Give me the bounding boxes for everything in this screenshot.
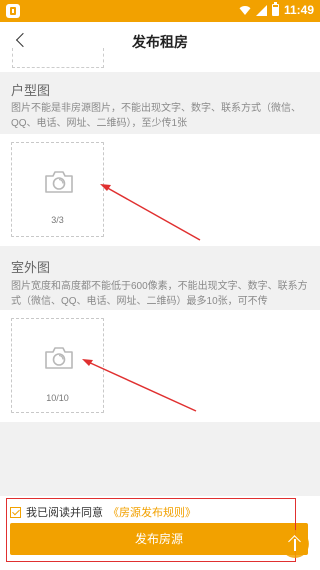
signal-icon	[255, 4, 267, 16]
agreement-row: 我已阅读并同意 《房源发布规则》	[10, 504, 196, 520]
agree-checkbox[interactable]	[10, 506, 21, 518]
notification-app-icon	[6, 4, 20, 18]
layout-section-description: 图片不能是非房源图片，不能出现文字、数字、联系方式（微信、QQ、电话、网址、二维…	[11, 103, 301, 129]
layout-upload-area: 3/3	[0, 134, 320, 246]
bottom-action-bar: 我已阅读并同意 《房源发布规则》 发布房源	[0, 496, 320, 570]
exterior-section-description: 图片宽度和高度都不能低于600像素，不能出现文字、数字、联系方式（微信、QQ、电…	[11, 281, 308, 307]
layout-image-upload-box[interactable]: 3/3	[11, 142, 104, 237]
camera-icon	[45, 347, 73, 369]
wifi-icon	[239, 6, 251, 15]
previous-upload-box[interactable]	[12, 48, 104, 68]
agree-text: 我已阅读并同意	[26, 507, 103, 519]
publish-rules-link[interactable]: 《房源发布规则》	[108, 504, 196, 520]
status-bar: 11:49	[0, 0, 320, 22]
exterior-upload-area: 10/10	[0, 310, 320, 422]
scroll-top-icon[interactable]	[281, 530, 309, 558]
status-time: 11:49	[283, 3, 314, 17]
previous-upload-area	[0, 48, 320, 72]
camera-icon	[45, 171, 73, 193]
exterior-section-title: 室外图	[11, 260, 51, 275]
layout-section-title: 户型图	[11, 83, 51, 98]
publish-button[interactable]: 发布房源	[10, 523, 308, 555]
battery-icon	[271, 2, 279, 16]
exterior-upload-count: 10/10	[46, 393, 69, 403]
exterior-image-upload-box[interactable]: 10/10	[11, 318, 104, 413]
status-icons: 11:49	[239, 2, 314, 17]
layout-upload-count: 3/3	[51, 215, 64, 225]
